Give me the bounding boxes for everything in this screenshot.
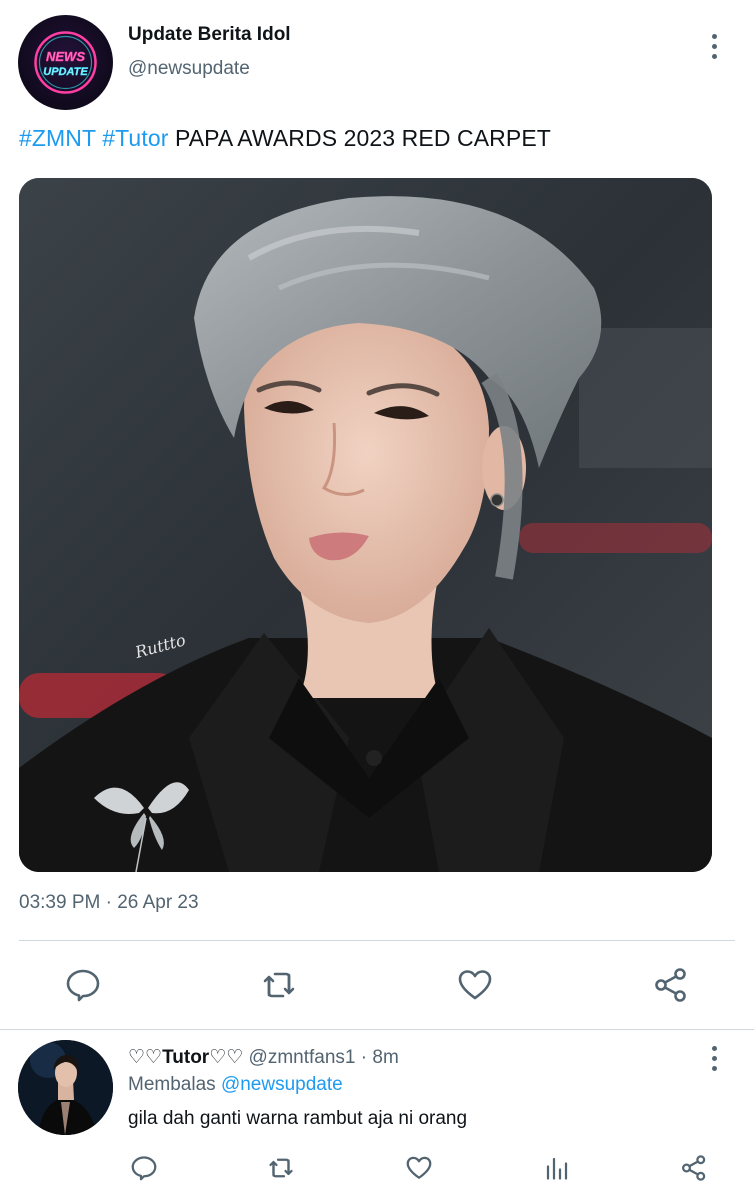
speech-bubble-icon [131, 1156, 157, 1181]
reply-time[interactable]: 8m [372, 1047, 398, 1068]
retweet-icon [263, 972, 295, 998]
tweet-body-text: PAPA AWARDS 2023 RED CARPET [174, 125, 551, 151]
author-display-name[interactable]: Update Berita Idol [128, 24, 291, 46]
divider [19, 940, 735, 941]
share-button[interactable] [679, 1153, 709, 1183]
retweet-button[interactable] [259, 965, 299, 1005]
replying-to-label: Membalas [128, 1074, 216, 1095]
separator-dot: · [360, 1047, 368, 1068]
views-button[interactable] [542, 1153, 572, 1183]
author-handle[interactable]: @newsupdate [128, 58, 250, 80]
retweet-icon [269, 1158, 293, 1178]
heart-icon [406, 1156, 432, 1179]
svg-text:NEWS: NEWS [46, 49, 85, 64]
avatar-photo [18, 1040, 113, 1135]
more-options-button[interactable] [700, 1042, 728, 1074]
speech-bubble-icon [66, 969, 100, 1002]
tweet-text: #ZMNT #Tutor PAPA AWARDS 2023 RED CARPET [19, 125, 551, 152]
reply-header: ♡♡Tutor♡♡ @zmntfans1 · 8m [128, 1046, 399, 1069]
vertical-dots-icon [700, 30, 728, 59]
replying-to-line: Membalas @newsupdate [128, 1074, 343, 1096]
tweet-timestamp[interactable]: 03:39 PM · 26 Apr 23 [19, 892, 199, 914]
like-button[interactable] [455, 965, 495, 1005]
reply-text: gila dah ganti warna rambut aja ni orang [128, 1108, 468, 1129]
more-options-button[interactable] [700, 30, 728, 62]
share-icon [682, 1155, 706, 1181]
tweet-photo[interactable]: Ruttto [19, 178, 712, 872]
author-avatar[interactable]: NEWS UPDATE [18, 15, 113, 110]
vertical-dots-icon [700, 1042, 728, 1071]
hashtag-link[interactable]: #Tutor [102, 125, 168, 151]
reply-author-avatar[interactable] [18, 1040, 113, 1135]
like-button[interactable] [404, 1153, 434, 1183]
share-button[interactable] [651, 965, 691, 1005]
news-update-logo: NEWS UPDATE [34, 31, 97, 94]
reply-button[interactable] [129, 1153, 159, 1183]
share-icon [655, 968, 686, 1002]
reply-button[interactable] [63, 965, 103, 1005]
retweet-button[interactable] [266, 1153, 296, 1183]
heart-icon [458, 970, 492, 1000]
hashtag-link[interactable]: #ZMNT [19, 125, 96, 151]
reply-handle[interactable]: @zmntfans1 [249, 1047, 356, 1068]
bar-chart-icon [546, 1157, 568, 1180]
replying-to-handle[interactable]: @newsupdate [221, 1074, 343, 1095]
svg-text:UPDATE: UPDATE [43, 66, 88, 78]
reply-display-name[interactable]: ♡♡Tutor♡♡ [128, 1047, 243, 1068]
portrait-photo: Ruttto [19, 178, 712, 872]
divider [0, 1029, 754, 1030]
